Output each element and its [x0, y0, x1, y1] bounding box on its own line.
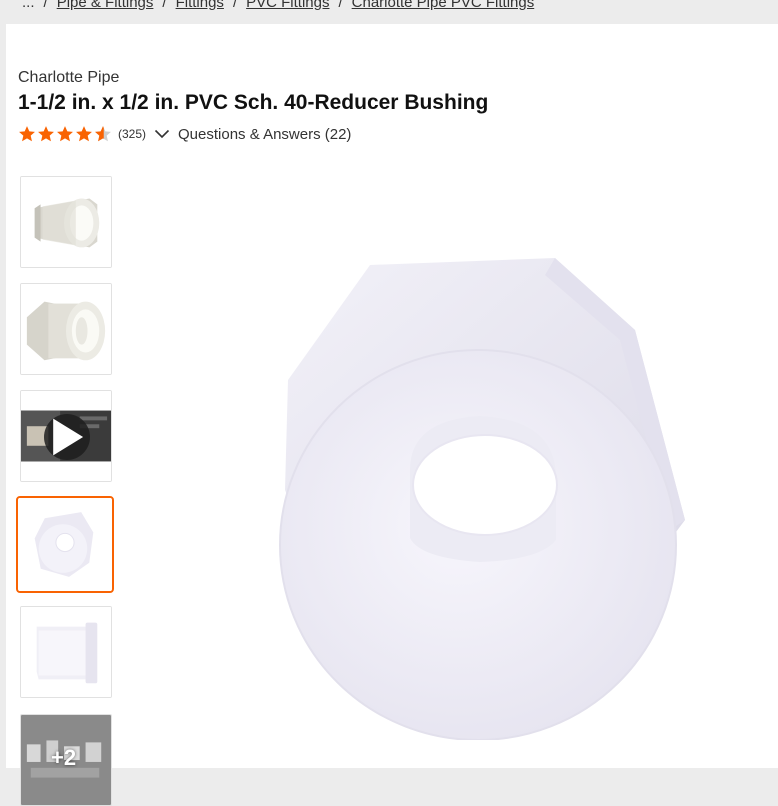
chevron-down-icon[interactable] [154, 126, 170, 142]
bushing-front-thumbnail [18, 498, 112, 591]
breadcrumb-separator: / [232, 0, 238, 11]
breadcrumb-separator: / [338, 0, 343, 11]
questions-answers-link[interactable]: Questions & Answers (22) [178, 126, 351, 143]
thumbnail-more[interactable]: +2 [20, 714, 112, 806]
star-half-icon [95, 126, 111, 142]
thumbnail-video[interactable] [20, 390, 112, 482]
more-images-count: +2 [51, 745, 77, 770]
product-card: Charlotte Pipe 1-1/2 in. x 1/2 in. PVC S… [6, 24, 778, 806]
breadcrumb-ellipsis[interactable]: ... [22, 0, 35, 11]
breadcrumb-pvc-fittings[interactable]: PVC Fittings [246, 0, 329, 11]
bushing-profile-thumbnail [21, 607, 111, 697]
breadcrumb-charlotte-pipe-pvc-fittings[interactable]: Charlotte Pipe PVC Fittings [352, 0, 535, 11]
thumbnail-1[interactable] [20, 176, 112, 268]
reducer-bushing-image [279, 258, 685, 740]
rating-row: (325) Questions & Answers (22) [18, 124, 351, 144]
star-icon [76, 126, 92, 142]
play-button[interactable] [44, 414, 90, 460]
breadcrumb-pipe-fittings[interactable]: Pipe & Fittings [57, 0, 154, 11]
thumbnail-2[interactable] [20, 283, 112, 375]
breadcrumb-fittings[interactable]: Fittings [176, 0, 224, 11]
product-title: 1-1/2 in. x 1/2 in. PVC Sch. 40-Reducer … [18, 91, 489, 114]
main-product-image[interactable] [240, 220, 720, 740]
review-count[interactable]: (325) [118, 127, 146, 141]
product-brand[interactable]: Charlotte Pipe [18, 69, 119, 87]
play-icon [53, 418, 84, 456]
breadcrumb-separator: / [162, 0, 167, 11]
breadcrumb-separator: / [43, 0, 48, 11]
bushing-side-thumbnail [21, 177, 111, 267]
star-icon [38, 126, 54, 142]
star-icon [57, 126, 73, 142]
bushing-angle-thumbnail [21, 284, 111, 374]
thumbnail-5[interactable] [20, 606, 112, 698]
star-icon [19, 126, 35, 142]
thumbnail-4-selected[interactable] [16, 496, 114, 593]
breadcrumb: ... / Pipe & Fittings / Fittings / PVC F… [22, 0, 534, 12]
star-rating[interactable] [18, 125, 112, 143]
